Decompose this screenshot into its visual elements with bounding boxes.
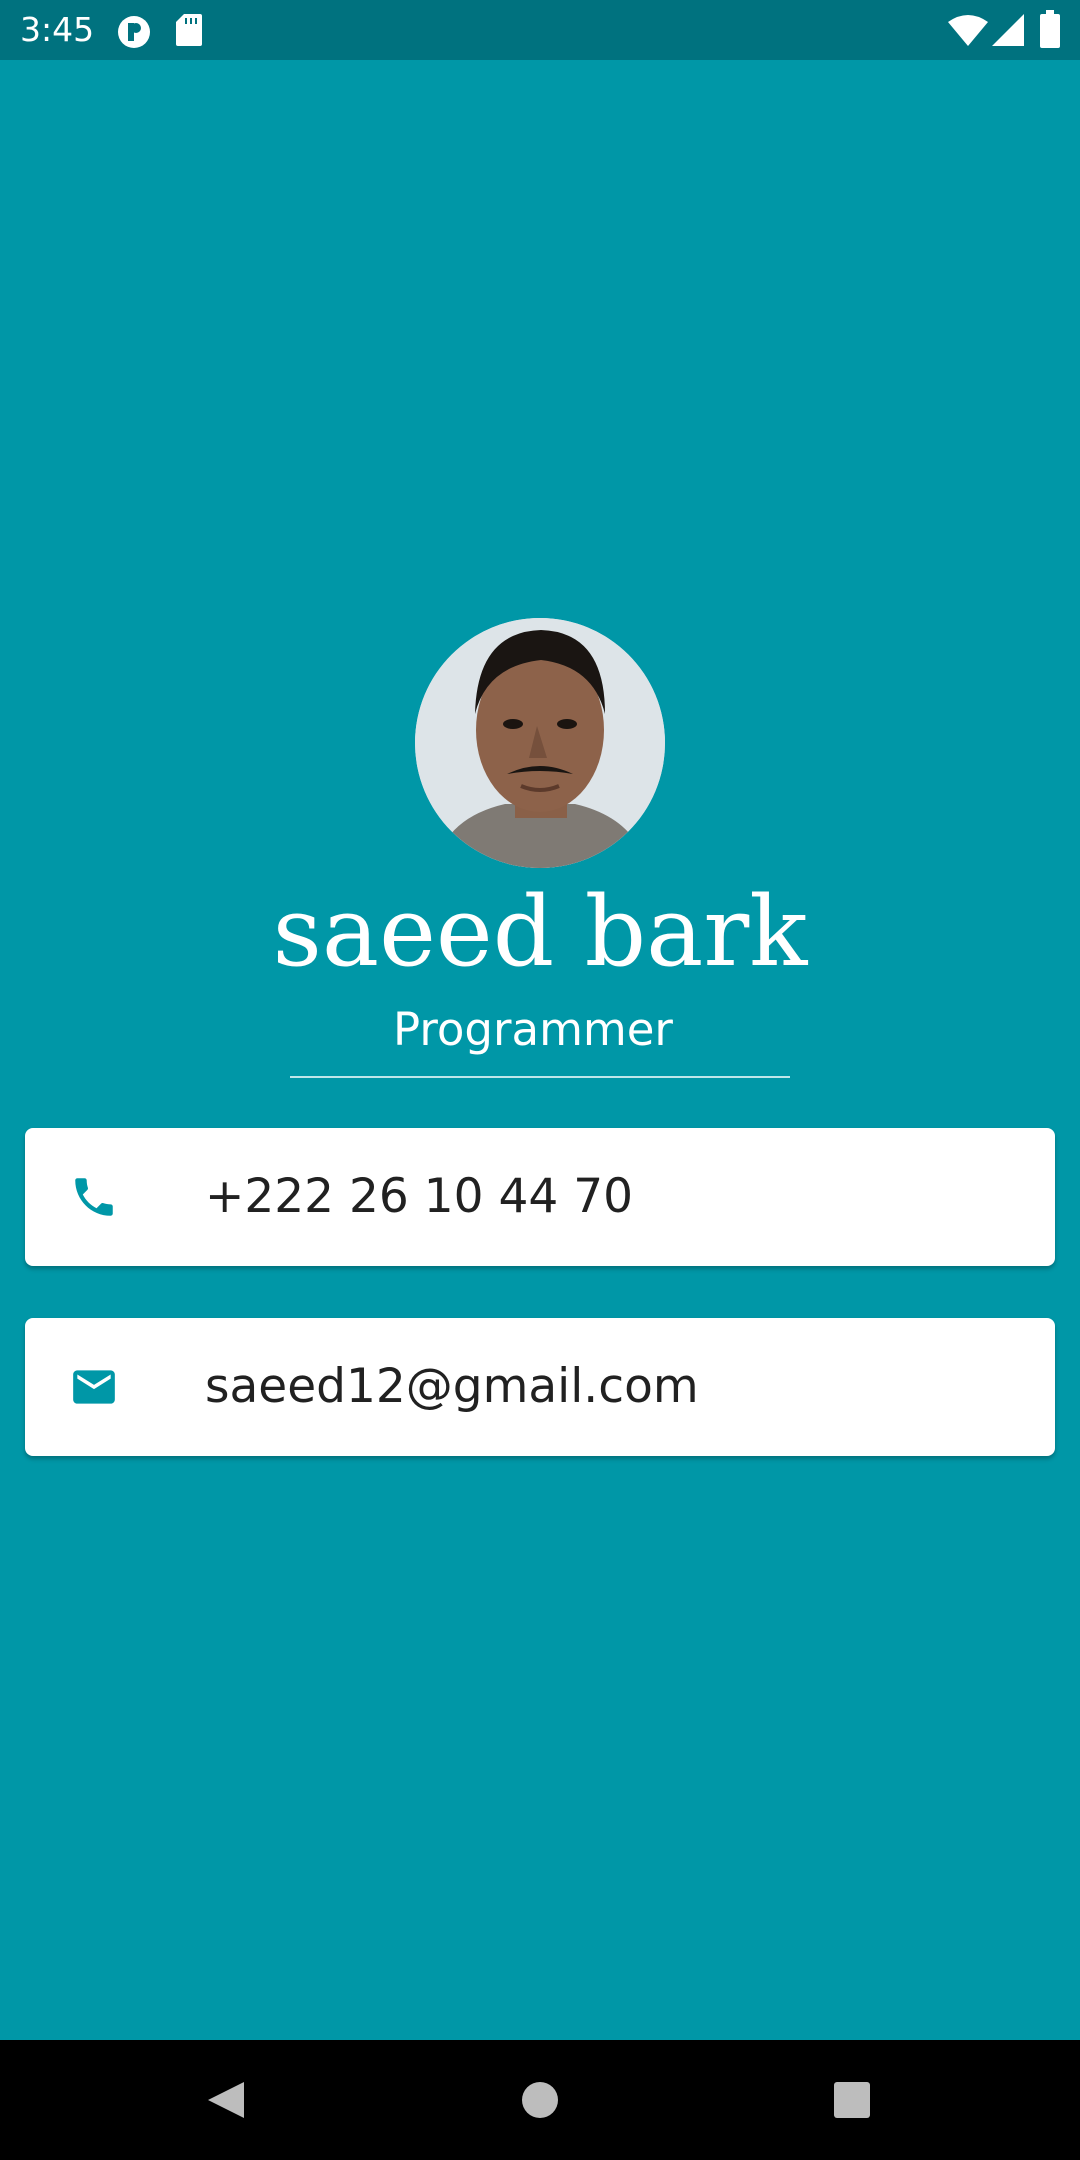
profile-name: saeed bark [272, 876, 808, 988]
privacy-indicator-icon [118, 16, 150, 48]
phone-icon [75, 1178, 113, 1216]
email-address: saeed12@gmail.com [205, 1359, 699, 1414]
profile-title: Programmer [393, 1003, 673, 1056]
back-icon[interactable] [206, 2080, 246, 2120]
profile-photo [415, 618, 665, 868]
home-icon[interactable] [520, 2080, 560, 2120]
profile-screen: saeed bark Programmer +222 26 10 44 70 s… [0, 60, 1080, 2040]
phone-number: +222 26 10 44 70 [205, 1169, 634, 1224]
sd-card-icon [176, 14, 202, 46]
phone-card[interactable]: +222 26 10 44 70 [25, 1128, 1055, 1266]
navigation-bar [0, 2040, 1080, 2160]
status-time: 3:45 [20, 10, 95, 49]
status-bar: 3:45 [0, 0, 1080, 60]
divider [290, 1076, 790, 1078]
wifi-icon [948, 15, 988, 46]
battery-icon [1040, 10, 1060, 48]
cell-signal-icon [992, 14, 1024, 46]
mail-icon [73, 1370, 115, 1404]
email-card[interactable]: saeed12@gmail.com [25, 1318, 1055, 1456]
avatar [415, 618, 665, 868]
recents-icon[interactable] [832, 2080, 872, 2120]
